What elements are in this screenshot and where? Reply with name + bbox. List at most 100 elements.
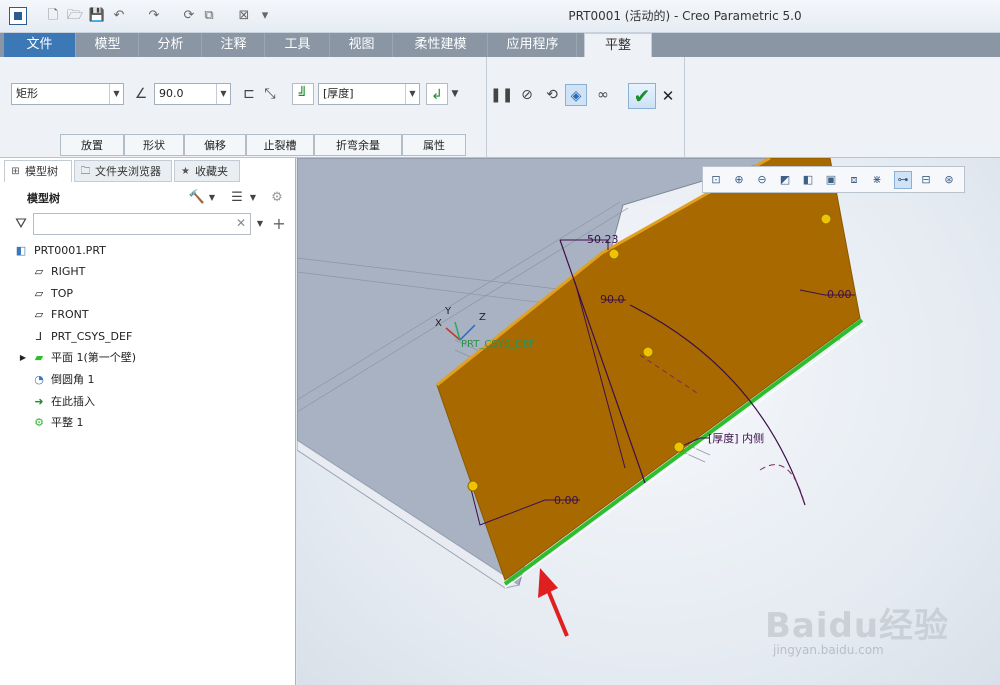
shape-dropdown[interactable]: 矩形 ▼ xyxy=(11,83,124,105)
tab-applications[interactable]: 应用程序 xyxy=(489,33,577,57)
tab-placement[interactable]: 放置 xyxy=(60,134,124,156)
redo-icon[interactable]: ↷ xyxy=(145,7,163,25)
chevron-down-icon[interactable]: ▼ xyxy=(247,187,259,209)
open-file-icon[interactable]: 🗁 xyxy=(66,7,84,25)
tab-file[interactable]: 文件 xyxy=(4,33,76,57)
verify-glasses-icon[interactable]: ∞ xyxy=(592,84,614,106)
show-icon[interactable]: ☰ xyxy=(226,187,248,209)
drag-handle[interactable] xyxy=(642,346,654,358)
shape-dropdown-value: 矩形 xyxy=(16,87,38,100)
app-icon[interactable] xyxy=(9,7,27,25)
offset-right-text[interactable]: 0.00 xyxy=(827,288,852,301)
tab-bend-allowance[interactable]: 折弯余量 xyxy=(314,134,402,156)
tree-item-part[interactable]: ◧ PRT0001.PRT xyxy=(0,241,200,261)
filter-funnel-icon[interactable]: ⛛ xyxy=(10,213,32,235)
chevron-down-icon[interactable]: ▼ xyxy=(254,213,266,235)
drag-handle[interactable] xyxy=(820,213,832,225)
tab-flexible-modeling[interactable]: 柔性建模 xyxy=(394,33,488,57)
tree-item-label: PRT0001.PRT xyxy=(34,244,106,257)
no-preview-icon[interactable]: ⊘ xyxy=(516,84,538,106)
ok-checkmark-button[interactable]: ✔ xyxy=(628,83,656,109)
geometry-preview-icon[interactable]: ⟲ xyxy=(541,84,563,106)
save-icon[interactable]: 💾 xyxy=(88,7,106,25)
angle-dimension-text[interactable]: 90.0 xyxy=(600,293,625,306)
tree-item-right[interactable]: ▱ RIGHT xyxy=(0,262,200,282)
undo-icon[interactable]: ↶ xyxy=(110,7,128,25)
angle-input[interactable]: 90.0 ▼ xyxy=(154,83,231,105)
tab-analysis[interactable]: 分析 xyxy=(140,33,202,57)
add-icon[interactable]: + xyxy=(268,213,290,235)
display-style-icon[interactable]: ◧ xyxy=(799,171,817,189)
tree-item-csys[interactable]: ⅃ PRT_CSYS_DEF xyxy=(0,327,200,347)
tab-annotate[interactable]: 注释 xyxy=(203,33,265,57)
thickness-side-text[interactable]: [厚度] 内侧 xyxy=(708,430,764,446)
tab-shape[interactable]: 形状 xyxy=(124,134,184,156)
ribbon-tab-bar: 文件 模型 分析 注释 工具 视图 柔性建模 应用程序 平整 xyxy=(0,33,1000,57)
tab-tools[interactable]: 工具 xyxy=(266,33,330,57)
regenerate-icon[interactable]: ⟳ xyxy=(180,7,198,25)
tree-item-label: 平整 1 xyxy=(51,416,84,429)
refit-icon[interactable]: ⊡ xyxy=(707,171,725,189)
flip-angle-icon[interactable]: ⤡ xyxy=(259,83,281,105)
drag-handle[interactable] xyxy=(673,441,685,453)
repaint-icon[interactable]: ◩ xyxy=(776,171,794,189)
saved-orientations-icon[interactable]: ▣ xyxy=(822,171,840,189)
thickness-side-icon[interactable]: ╝ xyxy=(292,83,314,105)
tab-folder-browser-label: 文件夹浏览器 xyxy=(95,165,161,178)
datum-plane-icon: ▱ xyxy=(34,308,44,321)
model-tree-search-input[interactable]: ✕ xyxy=(33,213,251,235)
new-file-icon[interactable]: 🗋 xyxy=(44,7,62,25)
spin-center-icon[interactable]: ⊛ xyxy=(940,171,958,189)
flat-wall-icon: ⚙ xyxy=(34,416,44,429)
watermark-url: jingyan.baidu.com xyxy=(773,643,884,657)
tree-item-flat[interactable]: ⚙ 平整 1 xyxy=(0,413,200,433)
drag-handle[interactable] xyxy=(608,248,620,260)
thickness-dropdown[interactable]: [厚度] ▼ xyxy=(318,83,420,105)
cancel-x-button[interactable]: ✕ xyxy=(660,86,676,106)
chevron-down-icon[interactable]: ▼ xyxy=(448,83,462,105)
tree-item-insert-here[interactable]: ➜ 在此插入 xyxy=(0,392,200,412)
tab-model[interactable]: 模型 xyxy=(77,33,139,57)
view-manager-icon[interactable]: ⧈ xyxy=(845,171,863,189)
tree-item-front[interactable]: ▱ FRONT xyxy=(0,305,200,325)
tree-filter-icon[interactable]: ⚙ xyxy=(266,187,288,209)
chevron-down-icon[interactable]: ▼ xyxy=(206,187,218,209)
pause-icon[interactable]: ❚❚ xyxy=(490,84,513,106)
tab-model-tree-label: 模型树 xyxy=(25,165,58,178)
tab-folder-browser[interactable]: 🗀 文件夹浏览器 xyxy=(74,160,172,182)
csys-icon: ⅃ xyxy=(35,330,43,343)
zoom-out-icon[interactable]: ⊖ xyxy=(753,171,771,189)
expand-arrow-icon[interactable]: ▶ xyxy=(16,351,30,365)
tab-properties[interactable]: 属性 xyxy=(402,134,466,156)
windows-icon[interactable]: ⧉ xyxy=(200,7,218,25)
tree-item-planar-wall[interactable]: ▶ ▰ 平面 1(第一个壁) xyxy=(0,348,200,368)
drag-handle[interactable] xyxy=(467,480,479,492)
feature-preview-icon[interactable]: ◈ xyxy=(565,84,587,106)
customize-toolbar-icon[interactable]: ▾ xyxy=(258,7,272,25)
tab-favorites[interactable]: ★ 收藏夹 xyxy=(174,160,240,182)
chevron-down-icon: ▼ xyxy=(216,84,230,104)
bend-relief-icon[interactable]: ↲ xyxy=(426,83,448,105)
length-dimension-text[interactable]: 50.23 xyxy=(587,233,619,246)
offset-left-text[interactable]: 0.00 xyxy=(554,494,579,507)
tab-offset[interactable]: 偏移 xyxy=(184,134,246,156)
close-window-icon[interactable]: ⊠ xyxy=(235,7,253,25)
perspective-icon[interactable]: ⋇ xyxy=(868,171,886,189)
settings-tools-icon[interactable]: 🔨 xyxy=(186,187,208,209)
tab-view[interactable]: 视图 xyxy=(331,33,393,57)
sketch-plane-icon[interactable]: ⊏ xyxy=(238,83,260,105)
annotation-arrow xyxy=(546,589,569,637)
clear-search-icon[interactable]: ✕ xyxy=(236,216,246,230)
zoom-in-icon[interactable]: ⊕ xyxy=(730,171,748,189)
datum-display-icon[interactable]: ⊶ xyxy=(894,171,912,189)
tree-item-label: RIGHT xyxy=(51,265,86,278)
tab-relief[interactable]: 止裂槽 xyxy=(246,134,314,156)
watermark-logo: Baidu经验 xyxy=(765,606,950,646)
tree-item-round[interactable]: ◔ 倒圆角 1 xyxy=(0,370,200,390)
tab-model-tree[interactable]: ⊞ 模型树 xyxy=(4,160,72,182)
tree-item-top[interactable]: ▱ TOP xyxy=(0,284,200,304)
annotation-display-icon[interactable]: ⊟ xyxy=(917,171,935,189)
tab-flat[interactable]: 平整 xyxy=(584,33,652,57)
axis-y-label: Y xyxy=(445,306,452,317)
graphics-viewport[interactable]: 50.23 90.0 0.00 0.00 [厚度] 内侧 PRT_CSYS_DE… xyxy=(297,158,1000,685)
